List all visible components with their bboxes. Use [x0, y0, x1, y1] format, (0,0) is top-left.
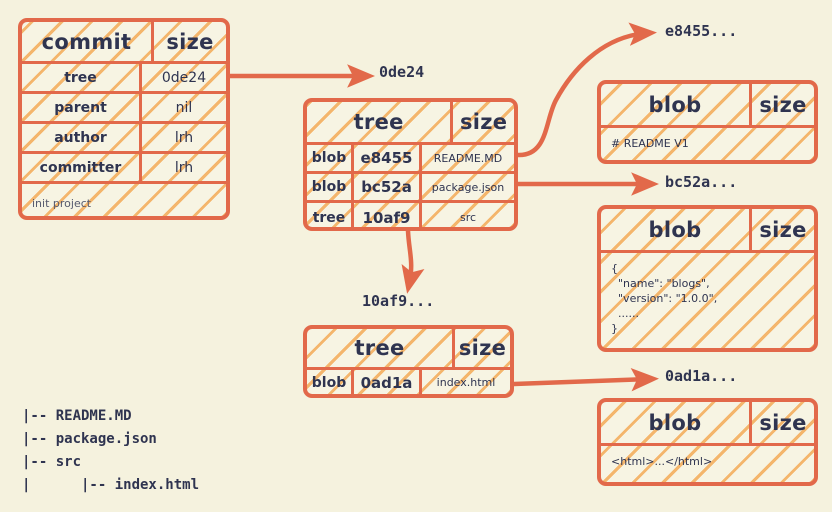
commit-key-tree: tree [22, 64, 142, 91]
tree-entry-hash-readme: e8455 [354, 145, 422, 171]
src-tree-entry-hash-index: 0ad1a [354, 370, 422, 394]
tree-entry-hash-package: bc52a [354, 174, 422, 200]
src-tree-header-type: tree [307, 329, 455, 367]
hash-label-package-blob: bc52a... [665, 173, 738, 191]
commit-key-author: author [22, 124, 142, 151]
index-blob-content: <html>...</html> [611, 455, 713, 468]
hash-label-root-tree: 0de24 [379, 63, 425, 81]
tree-entry-type-package: blob [307, 174, 354, 200]
src-tree-entry-name-index: index.html [436, 376, 496, 389]
readme-blob-object-node: blob size # README V1 [597, 80, 818, 164]
arrow-src-tree-to-index-blob [511, 368, 659, 392]
package-blob-content: { "name": "blogs", "version": "1.0.0", .… [611, 262, 718, 335]
diagram-canvas: commit size tree 0de24 parent nil author… [0, 0, 832, 512]
commit-row-committer: committer lrh [22, 154, 226, 184]
commit-value-committer: lrh [174, 159, 194, 176]
index-blob-object-node: blob size <html>...</html> [597, 398, 818, 486]
commit-key-parent: parent [22, 94, 142, 121]
tree-entry-hash-src: 10af9 [354, 203, 422, 227]
tree-entry-name-src: src [459, 211, 477, 224]
src-tree-header-size: size [458, 336, 507, 360]
file-tree-listing: |-- README.MD |-- package.json |-- src |… [22, 408, 200, 493]
package-blob-header-size: size [759, 217, 807, 242]
hash-label-readme-blob: e8455... [665, 22, 738, 40]
commit-header-row: commit size [22, 22, 226, 64]
commit-value-author: lrh [174, 129, 194, 146]
src-tree-object-node: tree size blob 0ad1a index.html [303, 325, 514, 398]
commit-row-author: author lrh [22, 124, 226, 154]
hash-label-src-tree: 10af9... [362, 292, 435, 310]
package-blob-object-node: blob size { "name": "blogs", "version": … [597, 205, 818, 352]
tree-header-row: tree size [307, 102, 514, 145]
index-blob-header-row: blob size [601, 402, 814, 446]
tree-entry-row-package: blob bc52a package.json [307, 174, 514, 203]
package-blob-header-type: blob [601, 209, 752, 250]
commit-row-tree: tree 0de24 [22, 64, 226, 94]
commit-header-type: commit [22, 22, 154, 61]
tree-entry-row-src: tree 10af9 src [307, 203, 514, 227]
tree-entry-row-readme: blob e8455 README.MD [307, 145, 514, 174]
src-tree-header-row: tree size [307, 329, 510, 370]
commit-object-node: commit size tree 0de24 parent nil author… [18, 18, 230, 220]
src-tree-entry-type-index: blob [307, 370, 354, 394]
tree-header-size: size [459, 110, 508, 134]
commit-value-tree: 0de24 [161, 69, 207, 86]
root-tree-object-node: tree size blob e8455 README.MD blob bc52… [303, 98, 518, 231]
src-tree-entry-row-index: blob 0ad1a index.html [307, 370, 510, 394]
readme-blob-content: # README V1 [611, 137, 689, 150]
commit-message-row: init project [22, 184, 226, 216]
arrow-tree-to-src-tree [401, 228, 425, 294]
readme-blob-header-type: blob [601, 84, 752, 125]
hash-label-index-blob: 0ad1a... [665, 367, 738, 385]
readme-blob-header-size: size [759, 92, 807, 117]
tree-entry-type-readme: blob [307, 145, 354, 171]
readme-blob-header-row: blob size [601, 84, 814, 128]
commit-header-size: size [166, 29, 214, 54]
commit-key-committer: committer [22, 154, 142, 181]
tree-header-type: tree [307, 102, 454, 142]
package-blob-header-row: blob size [601, 209, 814, 253]
commit-row-parent: parent nil [22, 94, 226, 124]
index-blob-header-type: blob [601, 402, 752, 443]
tree-entry-name-package: package.json [431, 180, 505, 194]
commit-value-parent: nil [175, 99, 193, 116]
commit-message: init project [32, 196, 92, 210]
tree-entry-type-src: tree [307, 203, 354, 227]
tree-entry-name-readme: README.MD [433, 151, 503, 165]
index-blob-header-size: size [759, 410, 807, 435]
